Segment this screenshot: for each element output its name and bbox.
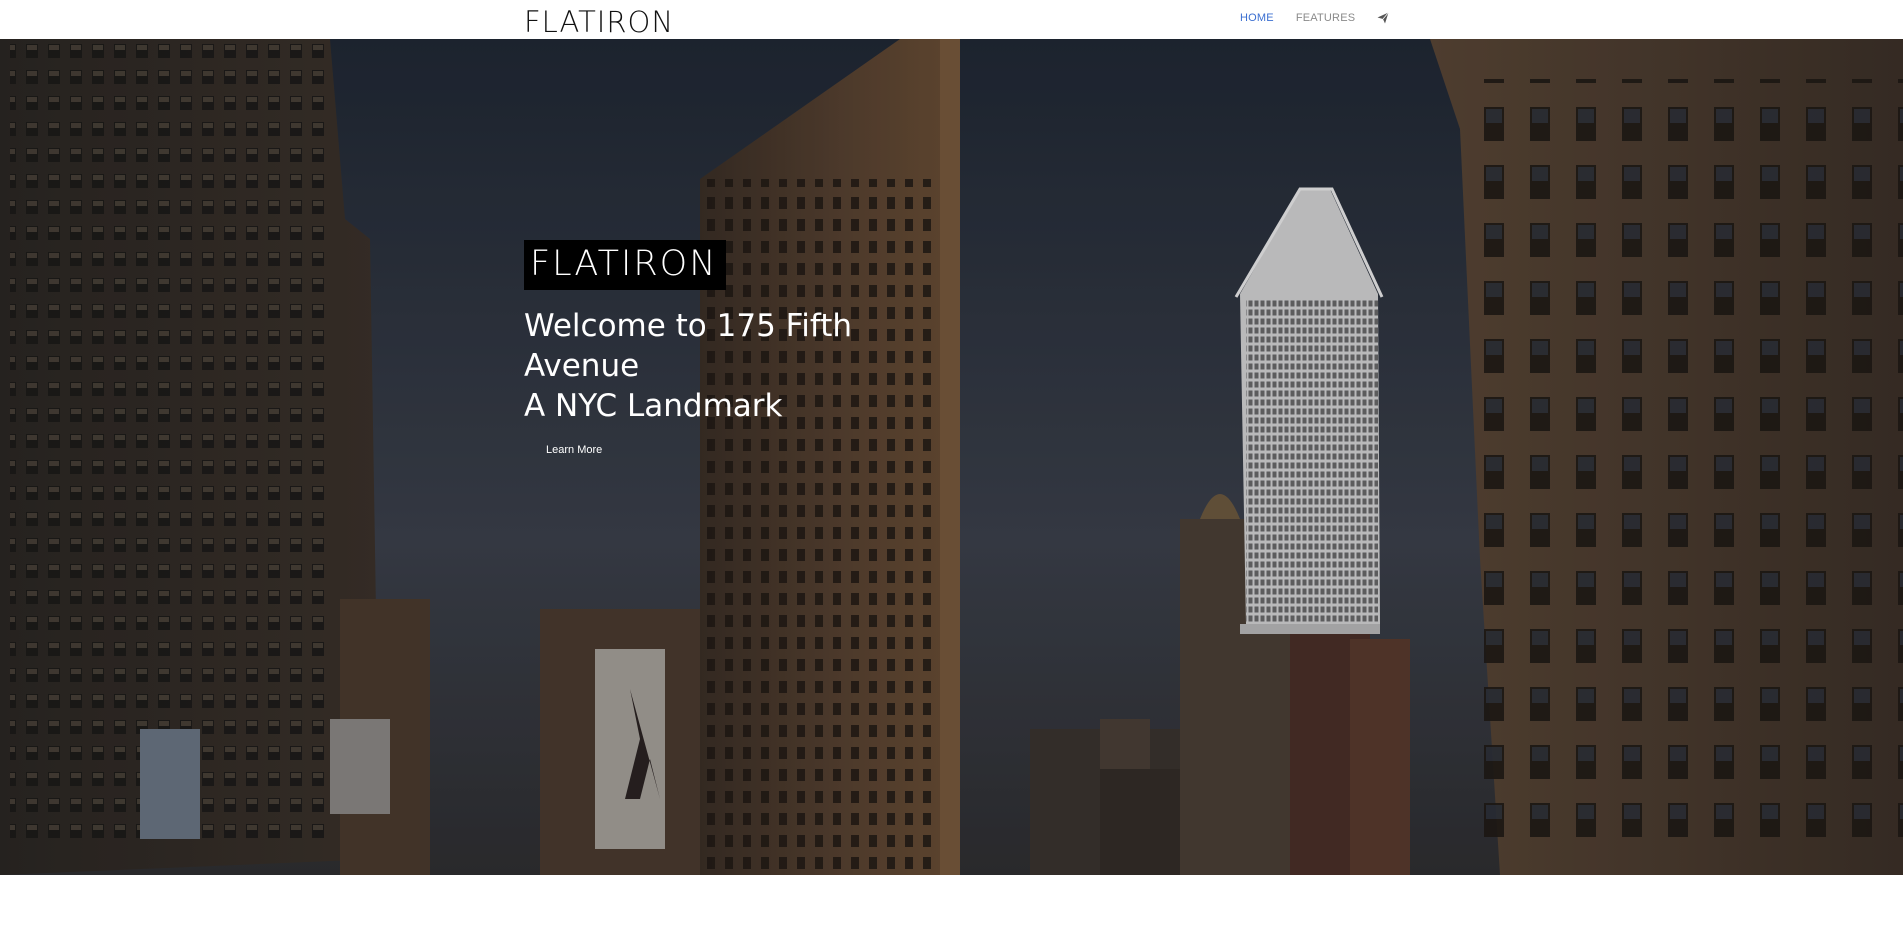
hero-title: Welcome to 175 Fifth Avenue A NYC Landma… bbox=[524, 306, 864, 426]
hero-title-line-3: A NYC Landmark bbox=[524, 388, 783, 424]
nav-features-link[interactable]: FEATURES bbox=[1296, 12, 1355, 24]
main-nav: HOME FEATURES bbox=[1240, 12, 1390, 24]
hero-background-image bbox=[0, 39, 1903, 875]
hero-title-line-2: Avenue bbox=[524, 348, 640, 384]
hero-badge: FLATIRON bbox=[524, 240, 727, 290]
site-header: FLATIRON HOME FEATURES bbox=[0, 0, 1903, 39]
hero-content: FLATIRON Welcome to 175 Fifth Avenue A N… bbox=[524, 240, 864, 458]
paper-plane-icon[interactable] bbox=[1377, 12, 1390, 24]
hero-section: FLATIRON Welcome to 175 Fifth Avenue A N… bbox=[0, 39, 1903, 875]
learn-more-link[interactable]: Learn More bbox=[546, 444, 602, 456]
nav-home-link[interactable]: HOME bbox=[1240, 12, 1274, 24]
site-logo[interactable]: FLATIRON bbox=[524, 8, 674, 37]
hero-title-line-1: Welcome to 175 Fifth bbox=[524, 308, 853, 344]
